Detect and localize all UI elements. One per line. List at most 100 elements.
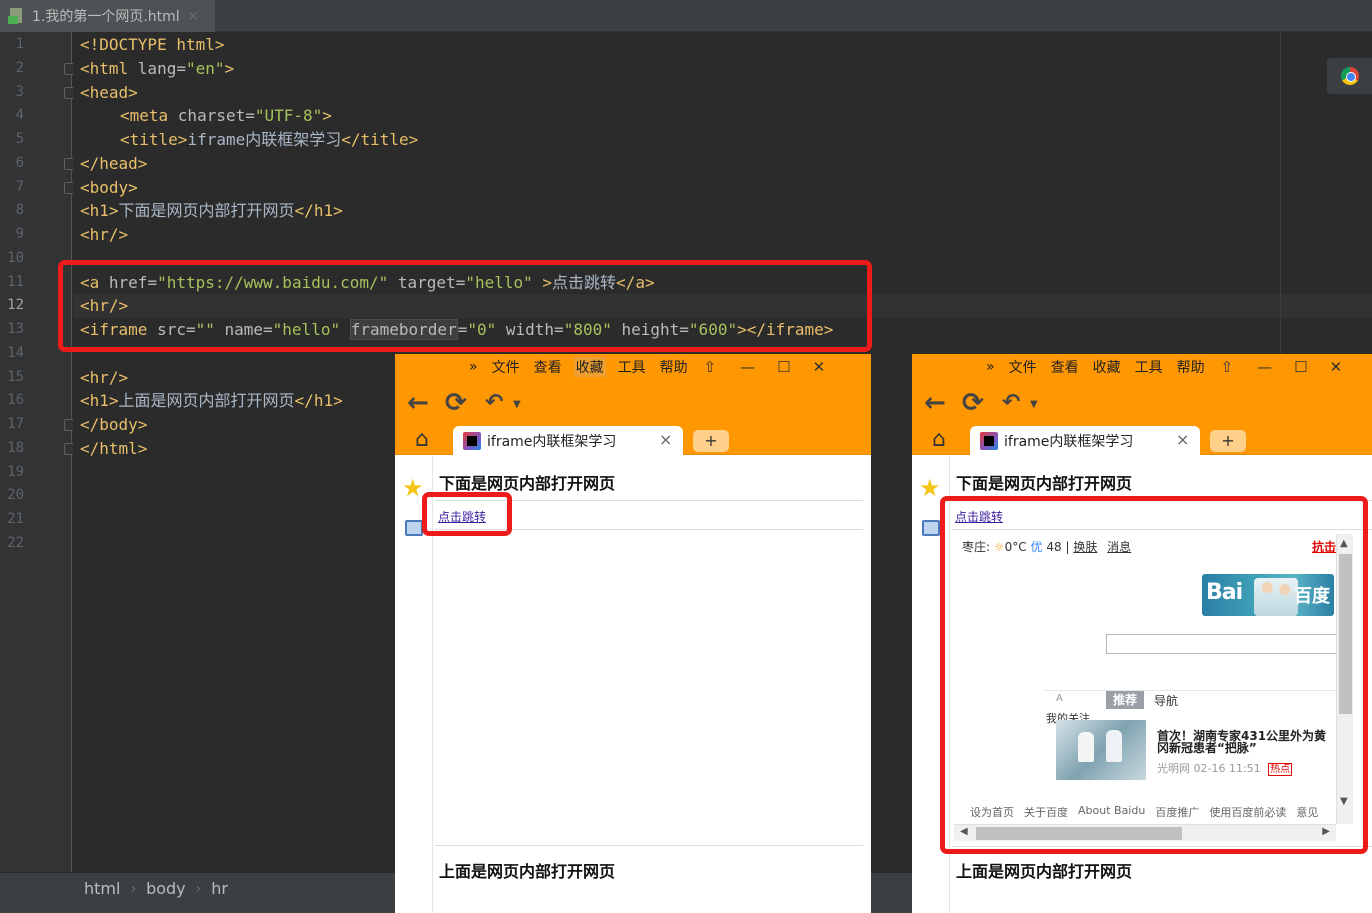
skin-icon[interactable]: ⇧	[704, 358, 717, 376]
line-number: 5	[15, 131, 24, 147]
close-icon[interactable]: ✕	[813, 358, 826, 376]
maximize-icon[interactable]: ☐	[1294, 358, 1307, 376]
link-highlight-box	[422, 492, 512, 536]
undo-icon[interactable]: ↶	[1002, 390, 1020, 416]
line-number: 15	[7, 369, 24, 385]
back-icon[interactable]: ←	[407, 390, 429, 416]
close-icon[interactable]: ✕	[1330, 358, 1343, 376]
monitor-icon[interactable]	[922, 520, 940, 536]
line-number: 19	[7, 464, 24, 480]
page-heading-bottom: 上面是网页内部打开网页	[956, 862, 1133, 881]
browser-tab[interactable]: iframe内联框架学习 ×	[970, 426, 1200, 455]
line-number: 4	[15, 107, 24, 123]
browser-window-after: » 文件 查看 收藏 工具 帮助 ⇧ — ☐ ✕ ← ⟳ ↶ ▼ ⌂ ifram…	[912, 354, 1372, 913]
browser-menu-bar: » 文件 查看 收藏 工具 帮助 ⇧ — ☐ ✕	[912, 354, 1372, 380]
line-number: 6	[15, 155, 24, 171]
minimize-icon[interactable]: —	[740, 358, 755, 376]
new-tab-button[interactable]: +	[693, 430, 729, 452]
line-number: 7	[15, 179, 24, 195]
menu-favorites[interactable]: 收藏	[1091, 357, 1123, 377]
menu-view[interactable]: 查看	[532, 357, 564, 377]
menu-help[interactable]: 帮助	[1175, 357, 1207, 377]
line-number: 2	[15, 60, 24, 76]
monitor-icon[interactable]	[405, 520, 423, 536]
new-tab-button[interactable]: +	[1210, 430, 1246, 452]
editor-tab-bar: 1.我的第一个网页.html ×	[0, 0, 1372, 32]
breadcrumb-item-body[interactable]: body	[146, 879, 186, 898]
refresh-icon[interactable]: ⟳	[962, 390, 984, 416]
back-icon[interactable]: ←	[924, 390, 946, 416]
close-icon[interactable]: ×	[1176, 430, 1189, 449]
line-number: 3	[15, 84, 24, 100]
code-line-6[interactable]: </head>	[80, 152, 147, 176]
code-line-1[interactable]: <!DOCTYPE html>	[80, 33, 225, 57]
code-line-15[interactable]: <hr/>	[80, 366, 128, 390]
home-icon[interactable]: ⌂	[932, 427, 946, 452]
line-number: 14	[7, 345, 24, 361]
line-number: 9	[15, 226, 24, 242]
close-icon[interactable]: ×	[659, 430, 672, 449]
menu-file[interactable]: 文件	[490, 357, 522, 377]
breadcrumb-item-html[interactable]: html	[84, 879, 120, 898]
code-line-2[interactable]: <html lang="en">	[80, 57, 234, 81]
line-number: 18	[7, 440, 24, 456]
code-line-4[interactable]: <meta charset="UTF-8">	[120, 104, 332, 128]
code-line-7[interactable]: <body>	[80, 176, 138, 200]
menu-view[interactable]: 查看	[1049, 357, 1081, 377]
browser-tab-title: iframe内联框架学习	[487, 433, 617, 450]
code-line-8[interactable]: <h1>下面是网页内部打开网页</h1>	[80, 199, 343, 223]
code-line-17[interactable]: </body>	[80, 413, 147, 437]
line-number: 17	[7, 416, 24, 432]
refresh-icon[interactable]: ⟳	[445, 390, 467, 416]
breadcrumb-separator: ›	[130, 880, 137, 897]
chrome-icon	[1340, 67, 1359, 85]
line-number: 20	[7, 487, 24, 503]
browser-menu-bar: » 文件 查看 收藏 工具 帮助 ⇧ — ☐ ✕	[395, 354, 871, 380]
intellij-icon	[463, 431, 481, 450]
menu-favorites[interactable]: 收藏	[573, 357, 606, 377]
maximize-icon[interactable]: ☐	[777, 358, 790, 376]
breadcrumb-item-hr[interactable]: hr	[211, 879, 228, 898]
browser-toolbar: ← ⟳ ↶ ▼	[912, 380, 1372, 426]
minimize-icon[interactable]: —	[1257, 358, 1272, 376]
undo-icon[interactable]: ↶	[485, 390, 503, 416]
line-number-current: 12	[7, 297, 24, 313]
line-number: 22	[7, 535, 24, 551]
menu-tools[interactable]: 工具	[1133, 357, 1165, 377]
browser-tab-title: iframe内联框架学习	[1004, 433, 1134, 450]
menu-file[interactable]: 文件	[1007, 357, 1039, 377]
menu-more[interactable]: »	[467, 359, 480, 375]
breadcrumb: html › body › hr	[84, 879, 228, 898]
line-number: 8	[15, 202, 24, 218]
open-in-browser-button[interactable]	[1327, 58, 1372, 94]
line-number: 11	[7, 274, 24, 290]
code-line-18[interactable]: </html>	[80, 437, 147, 461]
browser-tab-strip: ⌂ iframe内联框架学习 × +	[912, 426, 1372, 455]
page-heading-top: 下面是网页内部打开网页	[956, 474, 1133, 493]
line-number: 10	[7, 250, 24, 266]
code-line-5[interactable]: <title>iframe内联框架学习</title>	[120, 128, 418, 152]
menu-tools[interactable]: 工具	[616, 357, 648, 377]
menu-help[interactable]: 帮助	[658, 357, 690, 377]
chevron-down-icon[interactable]: ▼	[513, 392, 521, 418]
favorites-star-icon[interactable]: ★	[402, 474, 424, 502]
editor-tab[interactable]: 1.我的第一个网页.html ×	[0, 0, 215, 32]
html-file-icon	[8, 7, 26, 25]
chevron-down-icon[interactable]: ▼	[1030, 392, 1038, 418]
code-line-3[interactable]: <head>	[80, 81, 138, 105]
code-line-9[interactable]: <hr/>	[80, 223, 128, 247]
line-number: 1	[15, 36, 24, 52]
breadcrumb-separator: ›	[195, 880, 202, 897]
browser-tab[interactable]: iframe内联框架学习 ×	[453, 426, 683, 455]
browser-toolbar: ← ⟳ ↶ ▼	[395, 380, 871, 426]
skin-icon[interactable]: ⇧	[1221, 358, 1234, 376]
page-heading-top: 下面是网页内部打开网页	[439, 474, 616, 493]
home-icon[interactable]: ⌂	[415, 427, 429, 452]
line-number: 13	[7, 321, 24, 337]
menu-more[interactable]: »	[984, 359, 997, 375]
browser-window-before: » 文件 查看 收藏 工具 帮助 ⇧ — ☐ ✕ ← ⟳ ↶ ▼ ⌂ ifram…	[395, 354, 871, 913]
favorites-star-icon[interactable]: ★	[919, 474, 941, 502]
page-divider	[435, 845, 863, 846]
close-icon[interactable]: ×	[188, 9, 199, 24]
code-line-16[interactable]: <h1>上面是网页内部打开网页</h1>	[80, 389, 343, 413]
